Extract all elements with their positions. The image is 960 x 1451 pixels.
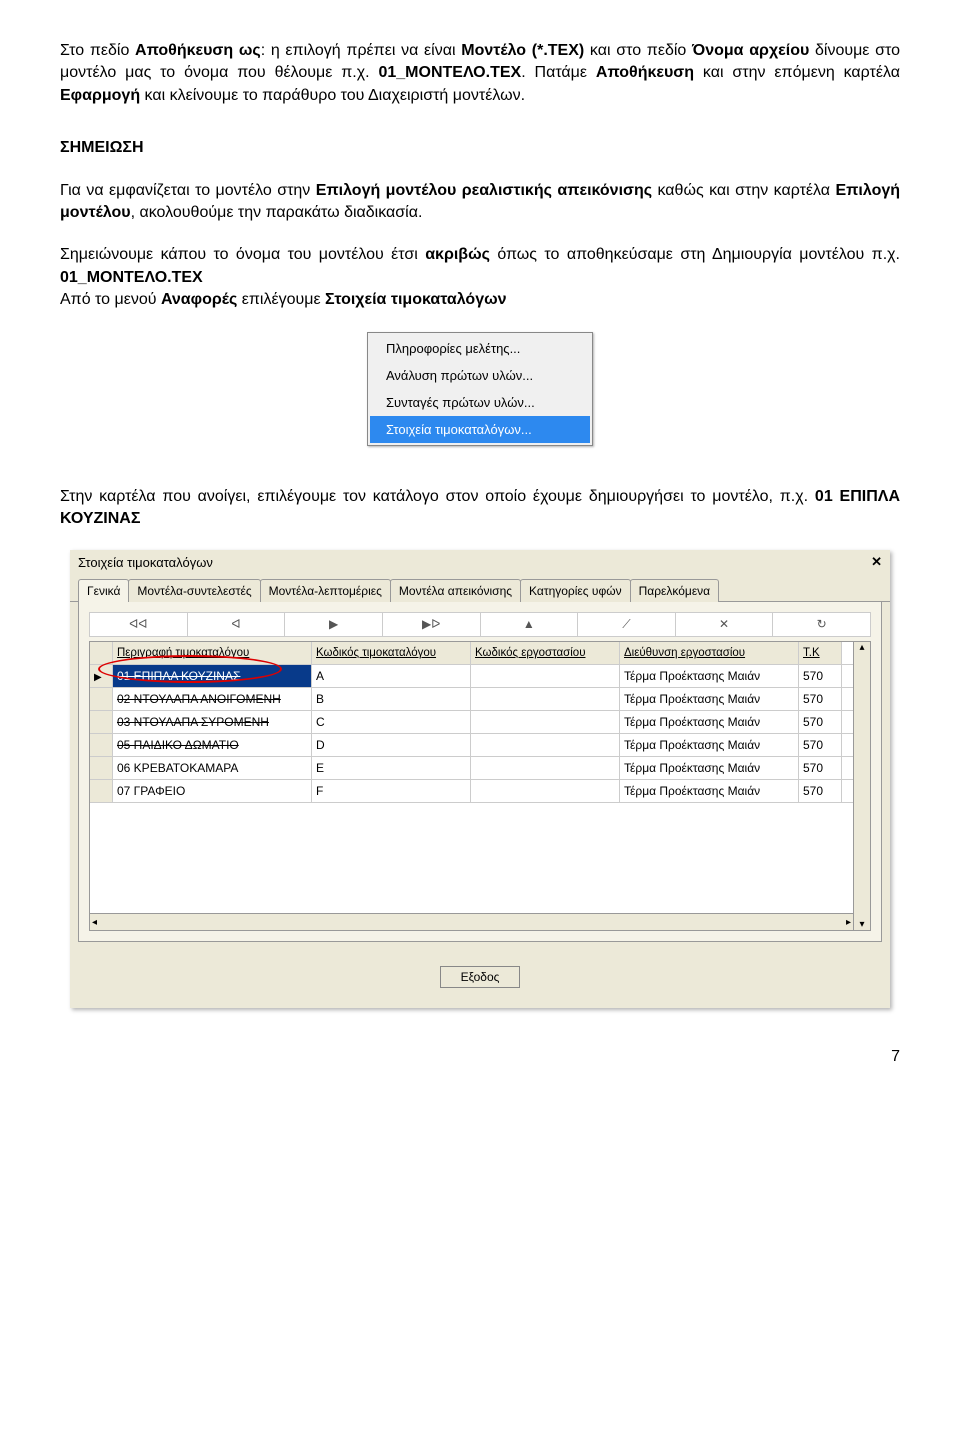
cell (471, 665, 620, 687)
nav-delete-icon[interactable]: ✕ (676, 613, 774, 636)
tab-texture-categories[interactable]: Κατηγορίες υφών (520, 579, 631, 602)
nav-edit-icon[interactable]: ⟋ (578, 613, 676, 636)
tab-model-visuals[interactable]: Μοντέλα απεικόνισης (390, 579, 521, 602)
window-title: Στοιχεία τιμοκαταλόγων (78, 555, 213, 570)
note-para-1: Για να εμφανίζεται το μοντέλο στην Επιλο… (60, 180, 900, 225)
nav-next-icon[interactable]: ▶ (285, 613, 383, 636)
vertical-scrollbar[interactable]: ▴ ▾ (853, 642, 870, 930)
cell (471, 711, 620, 733)
grid-header-row: Περιγραφή τιμοκαταλόγου Κωδικός τιμοκατα… (90, 642, 853, 665)
nav-insert-icon[interactable]: ▲ (481, 613, 579, 636)
row-marker (90, 757, 113, 779)
cell: D (312, 734, 471, 756)
col-postcode[interactable]: Τ.Κ (799, 642, 842, 664)
note-para-3: Από το μενού Αναφορές επιλέγουμε Στοιχεί… (60, 289, 900, 311)
col-description[interactable]: Περιγραφή τιμοκαταλόγου (113, 642, 312, 664)
nav-refresh-icon[interactable]: ↻ (773, 613, 870, 636)
row-marker (90, 734, 113, 756)
cell: 570 (799, 711, 842, 733)
cell: Τέρμα Προέκτασης Μαιάν (620, 780, 799, 802)
cell: 07 ΓΡΑΦΕΙΟ (113, 780, 312, 802)
page-number: 7 (60, 1048, 900, 1066)
nav-prev-icon[interactable]: ᐊ (188, 613, 286, 636)
cell: 570 (799, 688, 842, 710)
cell: 570 (799, 757, 842, 779)
row-marker (90, 688, 113, 710)
tab-strip: Γενικά Μοντέλα-συντελεστές Μοντέλα-λεπτο… (70, 574, 890, 602)
menu-item-raw-analysis[interactable]: Ανάλυση πρώτων υλών... (370, 362, 590, 389)
cell: F (312, 780, 471, 802)
tab-model-factors[interactable]: Μοντέλα-συντελεστές (128, 579, 260, 602)
cell: 570 (799, 780, 842, 802)
note-section: ΣΗΜΕΙΩΣΗ Για να εμφανίζεται το μοντέλο σ… (60, 137, 900, 311)
intro-paragraph: Στο πεδίο Αποθήκευση ως: η επιλογή πρέπε… (60, 40, 900, 107)
menu-item-raw-recipes[interactable]: Συνταγές πρώτων υλών... (370, 389, 590, 416)
window-footer: Εξοδος (70, 950, 890, 1008)
tab-model-details[interactable]: Μοντέλα-λεπτομέριες (260, 579, 391, 602)
table-row[interactable]: 03 ΝΤΟΥΛΑΠΑ ΣΥΡΟΜΕΝΗC Τέρμα Προέκτασης Μα… (90, 711, 853, 734)
cell: C (312, 711, 471, 733)
cell: Τέρμα Προέκτασης Μαιάν (620, 665, 799, 687)
exit-button[interactable]: Εξοδος (440, 966, 521, 988)
cell: B (312, 688, 471, 710)
cell: 02 ΝΤΟΥΛΑΠΑ ΑΝΟΙΓΟΜΕΝΗ (113, 688, 312, 710)
col-factory-code[interactable]: Κωδικός εργοστασίου (471, 642, 620, 664)
scroll-down-icon[interactable]: ▾ (859, 919, 864, 930)
scroll-right-icon[interactable]: ▸ (846, 917, 851, 928)
cell (471, 757, 620, 779)
nav-first-icon[interactable]: ᐊᐊ (90, 613, 188, 636)
grid-row-area: ▶01 ΕΠΙΠΛΑ ΚΟΥΖΙΝΑΣA Τέρμα Προέκτασης Μαι… (90, 665, 853, 803)
close-icon[interactable]: ✕ (871, 554, 882, 570)
catalog-window: Στοιχεία τιμοκαταλόγων ✕ Γενικά Μοντέλα-… (70, 550, 890, 1008)
nav-last-icon[interactable]: ▶ᐅ (383, 613, 481, 636)
col-code[interactable]: Κωδικός τιμοκαταλόγου (312, 642, 471, 664)
cell: Τέρμα Προέκτασης Μαιάν (620, 688, 799, 710)
data-grid: Περιγραφή τιμοκαταλόγου Κωδικός τιμοκατα… (89, 641, 871, 931)
table-row[interactable]: 05 ΠΑΙΔΙΚΟ ΔΩΜΑΤΙΟD Τέρμα Προέκτασης Μαιά… (90, 734, 853, 757)
cell: 05 ΠΑΙΔΙΚΟ ΔΩΜΑΤΙΟ (113, 734, 312, 756)
horizontal-scrollbar[interactable]: ◂ ▸ (90, 913, 853, 930)
cell (471, 734, 620, 756)
table-row[interactable]: 07 ΓΡΑΦΕΙΟF Τέρμα Προέκτασης Μαιάν570 (90, 780, 853, 803)
tab-panel: ᐊᐊ ᐊ ▶ ▶ᐅ ▲ ⟋ ✕ ↻ Περιγραφή τιμοκαταλόγο… (78, 602, 882, 942)
row-marker (90, 780, 113, 802)
cell: Τέρμα Προέκτασης Μαιάν (620, 757, 799, 779)
cell: A (312, 665, 471, 687)
table-row[interactable]: ▶01 ΕΠΙΠΛΑ ΚΟΥΖΙΝΑΣA Τέρμα Προέκτασης Μαι… (90, 665, 853, 688)
note-para-2: Σημειώνουμε κάπου το όνομα του μοντέλου … (60, 244, 900, 289)
cell: E (312, 757, 471, 779)
record-nav-toolbar: ᐊᐊ ᐊ ▶ ▶ᐅ ▲ ⟋ ✕ ↻ (89, 612, 871, 637)
cell (471, 780, 620, 802)
cell: Τέρμα Προέκτασης Μαιάν (620, 734, 799, 756)
select-catalog-paragraph: Στην καρτέλα που ανοίγει, επιλέγουμε τον… (60, 486, 900, 531)
window-titlebar: Στοιχεία τιμοκαταλόγων ✕ (70, 550, 890, 574)
row-marker (90, 711, 113, 733)
note-heading: ΣΗΜΕΙΩΣΗ (60, 137, 900, 159)
col-factory-address[interactable]: Διεύθυνση εργοστασίου (620, 642, 799, 664)
cell: 06 ΚΡΕΒΑΤΟΚΑΜΑΡΑ (113, 757, 312, 779)
table-row[interactable]: 02 ΝΤΟΥΛΑΠΑ ΑΝΟΙΓΟΜΕΝΗB Τέρμα Προέκτασης … (90, 688, 853, 711)
tab-accessories[interactable]: Παρελκόμενα (630, 579, 720, 602)
scroll-left-icon[interactable]: ◂ (92, 917, 97, 928)
menu-item-catalog-info[interactable]: Στοιχεία τιμοκαταλόγων... (370, 416, 590, 443)
cell: 03 ΝΤΟΥΛΑΠΑ ΣΥΡΟΜΕΝΗ (113, 711, 312, 733)
scroll-up-icon[interactable]: ▴ (859, 642, 864, 653)
context-menu: Πληροφορίες μελέτης... Ανάλυση πρώτων υλ… (367, 332, 593, 446)
tab-general[interactable]: Γενικά (78, 579, 129, 602)
cell: 570 (799, 734, 842, 756)
menu-item-study-info[interactable]: Πληροφορίες μελέτης... (370, 335, 590, 362)
cell: 570 (799, 665, 842, 687)
row-marker: ▶ (90, 665, 113, 687)
table-row[interactable]: 06 ΚΡΕΒΑΤΟΚΑΜΑΡΑE Τέρμα Προέκτασης Μαιάν5… (90, 757, 853, 780)
cell: 01 ΕΠΙΠΛΑ ΚΟΥΖΙΝΑΣ (113, 665, 312, 687)
cell (471, 688, 620, 710)
cell: Τέρμα Προέκτασης Μαιάν (620, 711, 799, 733)
